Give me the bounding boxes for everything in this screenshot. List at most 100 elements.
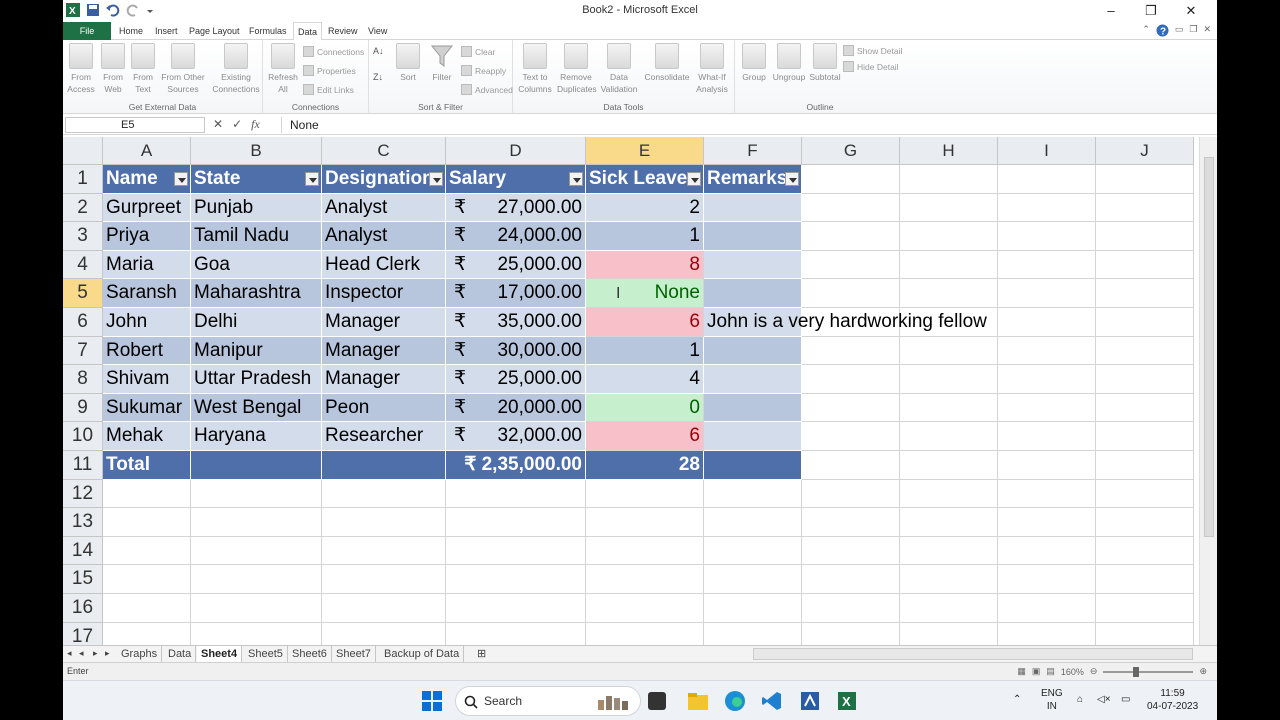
empty-cell[interactable] xyxy=(998,393,1096,423)
show-hidden-icons[interactable]: ⌃ xyxy=(1013,693,1021,706)
empty-cell[interactable] xyxy=(586,479,704,509)
empty-cell[interactable] xyxy=(802,565,900,594)
empty-cell[interactable] xyxy=(1096,422,1194,451)
empty-cell[interactable] xyxy=(322,479,446,509)
empty-cell[interactable] xyxy=(1096,336,1194,366)
empty-cell[interactable] xyxy=(900,222,998,251)
reapply-button[interactable]: Reapply xyxy=(461,65,506,76)
cell-salary[interactable]: ₹20,000.00 xyxy=(446,393,586,423)
cell-designation[interactable]: Researcher xyxy=(322,422,446,451)
tab-page-layout[interactable]: Page Layout xyxy=(189,22,240,40)
empty-cell[interactable] xyxy=(586,536,704,566)
row-header-1[interactable]: 1 xyxy=(63,165,103,194)
empty-cell[interactable] xyxy=(1096,508,1194,537)
header-cell-state[interactable]: State xyxy=(191,165,322,194)
cell-sick-leaves[interactable]: 2 xyxy=(586,193,704,223)
column-header-e[interactable]: E xyxy=(586,137,704,165)
filter-dropdown-icon[interactable] xyxy=(785,172,799,186)
empty-cell[interactable] xyxy=(191,622,322,645)
empty-cell[interactable] xyxy=(1096,222,1194,251)
row-header-4[interactable]: 4 xyxy=(63,250,103,280)
from-web-button[interactable]: From Web xyxy=(99,43,127,95)
empty-cell[interactable] xyxy=(900,393,998,423)
empty-cell[interactable] xyxy=(900,193,998,223)
empty-cell[interactable] xyxy=(998,222,1096,251)
empty-cell[interactable] xyxy=(998,622,1096,645)
minimize-ribbon-icon[interactable]: ⌃ xyxy=(1142,24,1150,40)
zoom-level[interactable]: 160% xyxy=(1061,667,1084,677)
empty-cell[interactable] xyxy=(1096,279,1194,308)
cell-salary[interactable]: ₹32,000.00 xyxy=(446,422,586,451)
total-empty[interactable] xyxy=(704,451,802,480)
empty-cell[interactable] xyxy=(446,594,586,623)
empty-cell[interactable] xyxy=(1096,622,1194,645)
empty-cell[interactable] xyxy=(191,479,322,509)
header-cell-sick-leaves[interactable]: Sick Leaves xyxy=(586,165,704,194)
row-header-12[interactable]: 12 xyxy=(63,479,103,509)
row-header-16[interactable]: 16 xyxy=(63,594,103,623)
row-header-6[interactable]: 6 xyxy=(63,308,103,337)
row-header-14[interactable]: 14 xyxy=(63,536,103,566)
header-cell-name[interactable]: Name xyxy=(103,165,191,194)
empty-cell[interactable] xyxy=(900,451,998,480)
empty-cell[interactable] xyxy=(900,479,998,509)
empty-cell[interactable] xyxy=(998,451,1096,480)
from-text-button[interactable]: From Text xyxy=(129,43,157,95)
cell-name[interactable]: Mehak xyxy=(103,422,191,451)
vertical-scroll-thumb[interactable] xyxy=(1204,157,1214,537)
empty-cell[interactable] xyxy=(802,451,900,480)
empty-cell[interactable] xyxy=(998,594,1096,623)
cell-sick-leaves[interactable]: 6 xyxy=(586,422,704,451)
excel-taskbar-icon[interactable]: X xyxy=(836,690,858,712)
workbook-restore-icon[interactable]: ❐ xyxy=(1189,24,1197,40)
empty-cell[interactable] xyxy=(802,622,900,645)
total-empty[interactable] xyxy=(322,451,446,480)
row-header-2[interactable]: 2 xyxy=(63,193,103,223)
cell-name[interactable]: Priya xyxy=(103,222,191,251)
battery-icon[interactable]: ▭ xyxy=(1121,693,1130,706)
empty-cell[interactable] xyxy=(704,508,802,537)
empty-cell[interactable] xyxy=(1096,451,1194,480)
empty-cell[interactable] xyxy=(704,565,802,594)
group-button[interactable]: Group xyxy=(739,43,769,83)
cell-remarks[interactable] xyxy=(704,222,802,251)
empty-cell[interactable] xyxy=(802,422,900,451)
select-all-corner[interactable] xyxy=(63,137,103,165)
cell-designation[interactable]: Analyst xyxy=(322,222,446,251)
cell-state[interactable]: Uttar Pradesh xyxy=(191,365,322,394)
sheet-tab-sheet6[interactable]: Sheet6 xyxy=(288,646,332,663)
cell-state[interactable]: West Bengal xyxy=(191,393,322,423)
sheet-tab-sheet7[interactable]: Sheet7 xyxy=(332,646,376,663)
cell-salary[interactable]: ₹17,000.00 xyxy=(446,279,586,308)
cell-name[interactable]: Sukumar xyxy=(103,393,191,423)
edit-links-button[interactable]: Edit Links xyxy=(303,84,354,95)
powerautomate-icon[interactable] xyxy=(799,690,821,712)
empty-cell[interactable] xyxy=(446,622,586,645)
header-cell-salary[interactable]: Salary xyxy=(446,165,586,194)
tab-review[interactable]: Review xyxy=(328,22,358,40)
filter-dropdown-icon[interactable] xyxy=(569,172,583,186)
cell-remarks[interactable] xyxy=(704,193,802,223)
empty-cell[interactable] xyxy=(900,250,998,280)
tab-insert[interactable]: Insert xyxy=(155,22,178,40)
taskbar-search[interactable]: Search xyxy=(455,686,641,716)
help-icon[interactable]: ? xyxy=(1156,24,1169,40)
column-header-d[interactable]: D xyxy=(446,137,586,165)
tab-home[interactable]: Home xyxy=(119,22,143,40)
prev-sheet-icon[interactable]: ◂ xyxy=(79,648,84,659)
file-explorer-icon[interactable] xyxy=(687,690,709,712)
cell-sick-leaves[interactable]: 0 xyxy=(586,393,704,423)
empty-cell[interactable] xyxy=(704,536,802,566)
filter-dropdown-icon[interactable] xyxy=(305,172,319,186)
empty-cell[interactable] xyxy=(900,279,998,308)
cell-state[interactable]: Punjab xyxy=(191,193,322,223)
header-cell-designation[interactable]: Designation xyxy=(322,165,446,194)
cell-sick-leaves[interactable]: 8 xyxy=(586,250,704,280)
empty-cell[interactable] xyxy=(1096,479,1194,509)
row-header-15[interactable]: 15 xyxy=(63,565,103,594)
column-header-g[interactable]: G xyxy=(802,137,900,165)
empty-cell[interactable] xyxy=(802,536,900,566)
from-other-sources-button[interactable]: From Other Sources xyxy=(159,43,207,95)
page-layout-view-icon[interactable]: ▣ xyxy=(1032,666,1041,677)
cell-remarks[interactable] xyxy=(704,336,802,366)
